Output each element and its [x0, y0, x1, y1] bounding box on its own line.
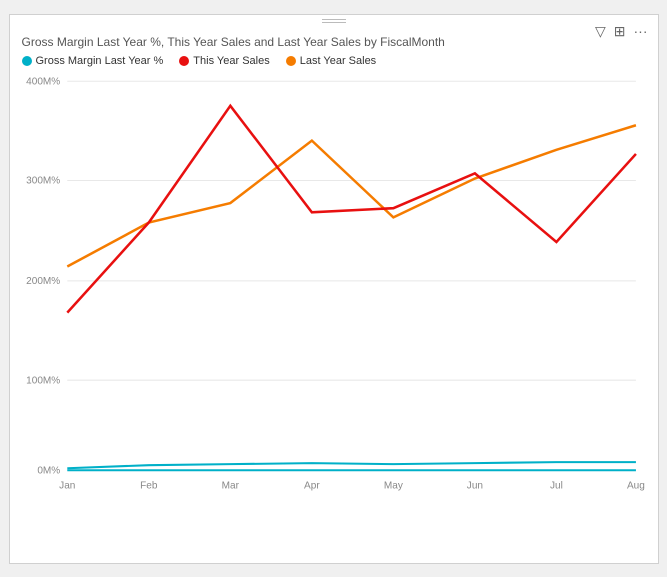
svg-text:200M%: 200M% [26, 275, 60, 286]
legend-label-last-year: Last Year Sales [300, 55, 376, 67]
svg-text:Jan: Jan [59, 480, 75, 491]
svg-text:Aug: Aug [626, 480, 644, 491]
svg-text:300M%: 300M% [26, 175, 60, 186]
svg-text:0M%: 0M% [37, 465, 60, 476]
last-year-sales-line [67, 125, 636, 266]
svg-text:400M%: 400M% [26, 76, 60, 87]
layout-icon[interactable]: ⊞ [614, 23, 626, 40]
legend-item-last-year: Last Year Sales [286, 55, 376, 67]
gross-margin-line [67, 462, 636, 468]
svg-text:Jul: Jul [549, 480, 562, 491]
chart-svg: 400M% 300M% 200M% 100M% 0M% Jan Feb Mar … [22, 71, 646, 501]
legend-item-this-year: This Year Sales [179, 55, 269, 67]
more-icon[interactable]: ··· [634, 23, 648, 39]
svg-text:May: May [383, 480, 403, 491]
chart-title: Gross Margin Last Year %, This Year Sale… [22, 35, 646, 49]
svg-text:Mar: Mar [221, 480, 239, 491]
toolbar: ▽ ⊞ ··· [595, 23, 648, 40]
legend-item-gross-margin: Gross Margin Last Year % [22, 55, 164, 67]
legend-dot-this-year [179, 56, 189, 66]
svg-text:Jun: Jun [466, 480, 482, 491]
filter-icon[interactable]: ▽ [595, 23, 606, 40]
legend-dot-gross-margin [22, 56, 32, 66]
svg-text:100M%: 100M% [26, 375, 60, 386]
legend-label-this-year: This Year Sales [193, 55, 269, 67]
legend-label-gross-margin: Gross Margin Last Year % [36, 55, 164, 67]
chart-area: 400M% 300M% 200M% 100M% 0M% Jan Feb Mar … [22, 71, 646, 501]
drag-handle [322, 19, 346, 23]
svg-text:Apr: Apr [304, 480, 320, 491]
legend: Gross Margin Last Year % This Year Sales… [22, 55, 646, 67]
svg-text:Feb: Feb [140, 480, 158, 491]
this-year-sales-line [67, 105, 636, 312]
chart-card: ▽ ⊞ ··· Gross Margin Last Year %, This Y… [9, 14, 659, 564]
legend-dot-last-year [286, 56, 296, 66]
